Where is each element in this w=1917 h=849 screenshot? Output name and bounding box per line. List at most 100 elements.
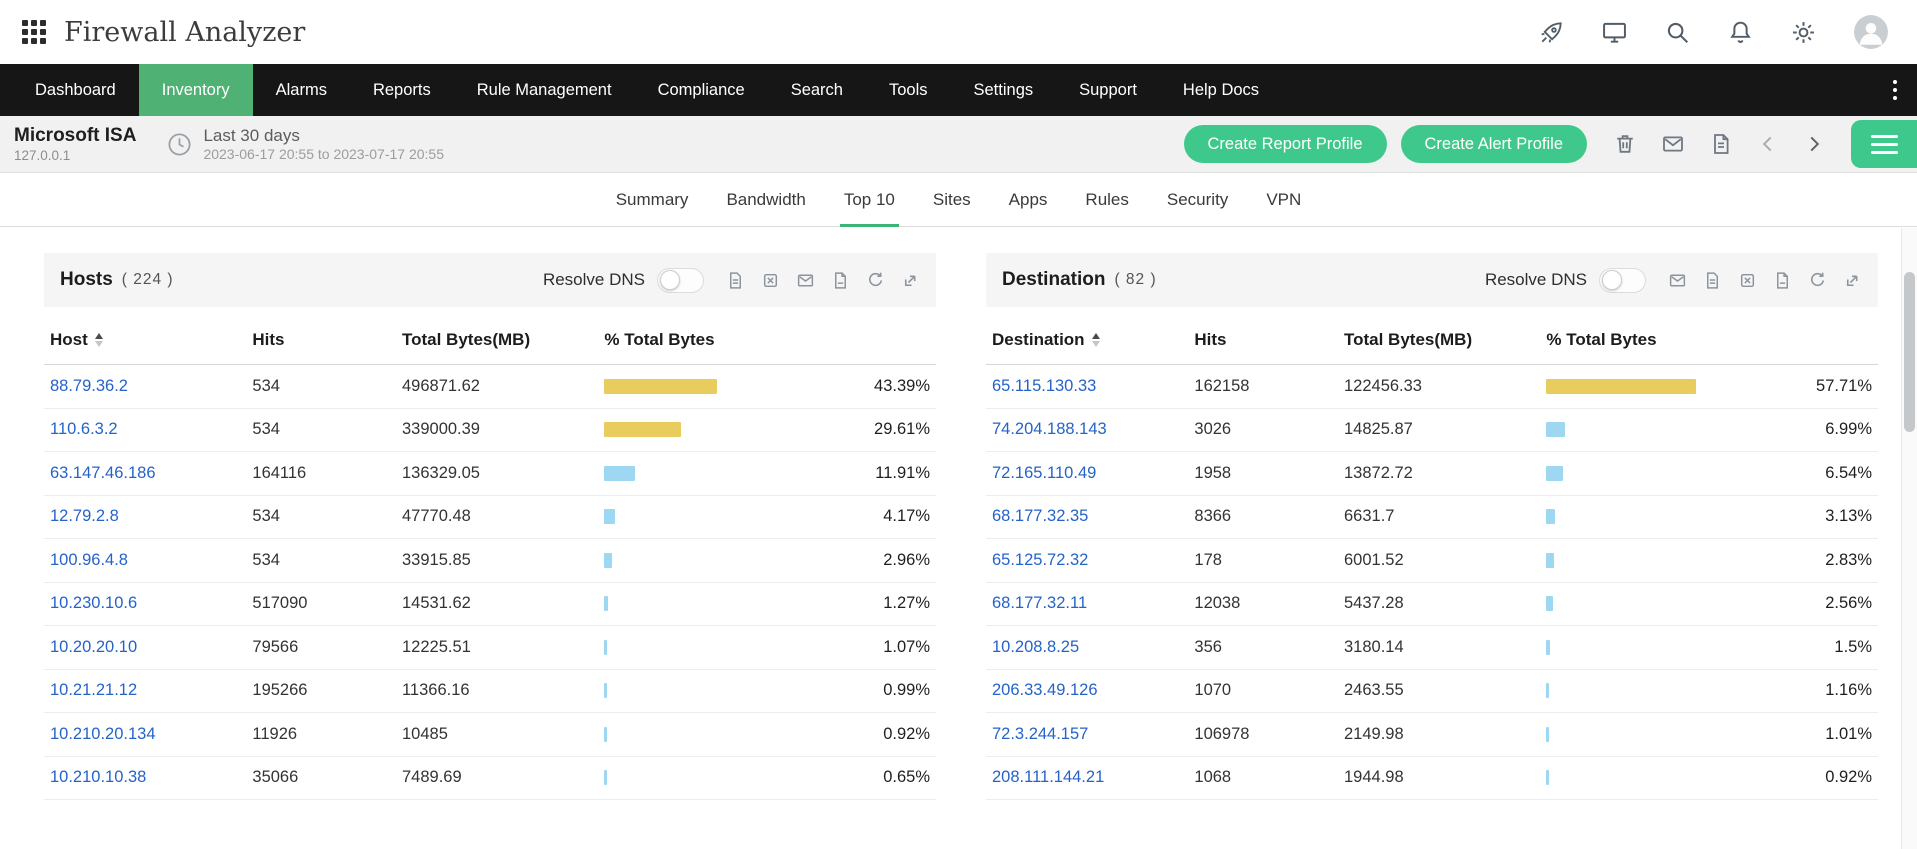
nav-item-support[interactable]: Support xyxy=(1056,64,1160,116)
pdf-icon[interactable] xyxy=(831,271,850,290)
ip-link[interactable]: 72.3.244.157 xyxy=(992,725,1088,743)
ip-link[interactable]: 10.230.10.6 xyxy=(50,594,137,612)
table-row: 88.79.36.2534496871.6243.39% xyxy=(44,365,936,409)
ip-link[interactable]: 68.177.32.35 xyxy=(992,507,1088,525)
refresh-icon[interactable] xyxy=(866,271,885,290)
percent-bar xyxy=(604,727,607,742)
resolve-dns-toggle[interactable] xyxy=(1599,268,1646,293)
overflow-menu-icon[interactable] xyxy=(1873,64,1917,116)
tab-top-10[interactable]: Top 10 xyxy=(830,173,909,226)
column-header-total-bytes[interactable]: Total Bytes(MB) xyxy=(402,330,604,350)
chevron-right-icon[interactable] xyxy=(1803,133,1825,155)
panel-header: Destination ( 82 ) Resolve DNS xyxy=(986,253,1878,307)
tab-sites[interactable]: Sites xyxy=(919,173,985,226)
table-row: 10.210.10.38350667489.690.65% xyxy=(44,757,936,801)
percent-bar xyxy=(1546,466,1563,481)
doc-icon[interactable] xyxy=(1703,271,1722,290)
avatar-icon[interactable] xyxy=(1853,14,1889,50)
hits-value: 164116 xyxy=(252,464,402,483)
nav-item-alarms[interactable]: Alarms xyxy=(253,64,350,116)
ip-link[interactable]: 63.147.46.186 xyxy=(50,464,156,482)
table-row: 72.165.110.49195813872.726.54% xyxy=(986,452,1878,496)
bell-icon[interactable] xyxy=(1727,19,1754,46)
expand-icon[interactable] xyxy=(1843,271,1862,290)
column-header-pct-total-bytes[interactable]: % Total Bytes xyxy=(604,330,835,350)
vertical-scrollbar[interactable] xyxy=(1901,228,1917,849)
nav-item-settings[interactable]: Settings xyxy=(951,64,1057,116)
ip-link[interactable]: 100.96.4.8 xyxy=(50,551,128,569)
ip-link[interactable]: 88.79.36.2 xyxy=(50,377,128,395)
nav-item-rule-management[interactable]: Rule Management xyxy=(454,64,635,116)
ip-link[interactable]: 206.33.49.126 xyxy=(992,681,1098,699)
tab-rules[interactable]: Rules xyxy=(1071,173,1142,226)
tab-summary[interactable]: Summary xyxy=(602,173,703,226)
hits-value: 534 xyxy=(252,507,402,526)
search-icon[interactable] xyxy=(1664,19,1691,46)
nav-item-compliance[interactable]: Compliance xyxy=(635,64,768,116)
panel-action-icons xyxy=(1668,271,1862,290)
table-row: 10.208.8.253563180.141.5% xyxy=(986,626,1878,670)
column-header-total-bytes[interactable]: Total Bytes(MB) xyxy=(1344,330,1546,350)
mail-icon[interactable] xyxy=(1661,132,1685,156)
mail-icon[interactable] xyxy=(1668,271,1687,290)
gear-icon[interactable] xyxy=(1790,19,1817,46)
total-bytes-value: 47770.48 xyxy=(402,507,604,526)
ip-link[interactable]: 65.125.72.32 xyxy=(992,551,1088,569)
column-header-pct-total-bytes[interactable]: % Total Bytes xyxy=(1546,330,1777,350)
create-report-profile-button[interactable]: Create Report Profile xyxy=(1184,125,1387,163)
ip-link[interactable]: 208.111.144.21 xyxy=(992,768,1104,786)
nav-item-search[interactable]: Search xyxy=(768,64,866,116)
excel-icon[interactable] xyxy=(1738,271,1757,290)
create-alert-profile-button[interactable]: Create Alert Profile xyxy=(1401,125,1587,163)
column-header-host[interactable]: Host xyxy=(50,330,252,350)
excel-icon[interactable] xyxy=(761,271,780,290)
nav-item-help-docs[interactable]: Help Docs xyxy=(1160,64,1282,116)
tab-security[interactable]: Security xyxy=(1153,173,1242,226)
ip-link[interactable]: 10.210.20.134 xyxy=(50,725,156,743)
percent-bar xyxy=(604,422,681,437)
ip-link[interactable]: 110.6.3.2 xyxy=(50,420,118,438)
percent-bar xyxy=(604,553,612,568)
side-menu-button[interactable] xyxy=(1851,120,1917,168)
column-header-hits[interactable]: Hits xyxy=(252,330,402,350)
trash-icon[interactable] xyxy=(1613,132,1637,156)
tab-bandwidth[interactable]: Bandwidth xyxy=(712,173,819,226)
chevron-left-icon[interactable] xyxy=(1757,133,1779,155)
refresh-icon[interactable] xyxy=(1808,271,1827,290)
tab-vpn[interactable]: VPN xyxy=(1252,173,1315,226)
ip-link[interactable]: 10.210.10.38 xyxy=(50,768,146,786)
rocket-icon[interactable] xyxy=(1538,19,1565,46)
expand-icon[interactable] xyxy=(901,271,920,290)
total-bytes-value: 14531.62 xyxy=(402,594,604,613)
nav-item-reports[interactable]: Reports xyxy=(350,64,454,116)
ip-link[interactable]: 10.20.20.10 xyxy=(50,638,137,656)
screencast-icon[interactable] xyxy=(1601,19,1628,46)
tab-apps[interactable]: Apps xyxy=(995,173,1062,226)
nav-item-inventory[interactable]: Inventory xyxy=(139,64,253,116)
mail-icon[interactable] xyxy=(796,271,815,290)
percent-bar xyxy=(604,379,717,394)
nav-item-tools[interactable]: Tools xyxy=(866,64,951,116)
total-bytes-value: 33915.85 xyxy=(402,551,604,570)
total-bytes-value: 13872.72 xyxy=(1344,464,1546,483)
doc-icon[interactable] xyxy=(726,271,745,290)
ip-link[interactable]: 10.208.8.25 xyxy=(992,638,1079,656)
time-period-selector[interactable]: Last 30 days 2023-06-17 20:55 to 2023-07… xyxy=(203,126,444,163)
ip-link[interactable]: 74.204.188.143 xyxy=(992,420,1107,438)
pdf-icon[interactable] xyxy=(1709,132,1733,156)
pdf-icon[interactable] xyxy=(1773,271,1792,290)
total-bytes-value: 5437.28 xyxy=(1344,594,1546,613)
hits-value: 195266 xyxy=(252,681,402,700)
ip-link[interactable]: 65.115.130.33 xyxy=(992,377,1096,395)
resolve-dns-toggle[interactable] xyxy=(657,268,704,293)
ip-link[interactable]: 10.21.21.12 xyxy=(50,681,137,699)
nav-item-dashboard[interactable]: Dashboard xyxy=(12,64,139,116)
apps-grid-icon[interactable] xyxy=(22,20,46,44)
ip-link[interactable]: 12.79.2.8 xyxy=(50,507,119,525)
ip-link[interactable]: 68.177.32.11 xyxy=(992,594,1087,612)
ip-link[interactable]: 72.165.110.49 xyxy=(992,464,1096,482)
column-header-hits[interactable]: Hits xyxy=(1194,330,1344,350)
column-header-destination[interactable]: Destination xyxy=(992,330,1194,350)
resolve-dns-label: Resolve DNS xyxy=(1485,270,1587,290)
scrollbar-thumb[interactable] xyxy=(1904,272,1915,432)
